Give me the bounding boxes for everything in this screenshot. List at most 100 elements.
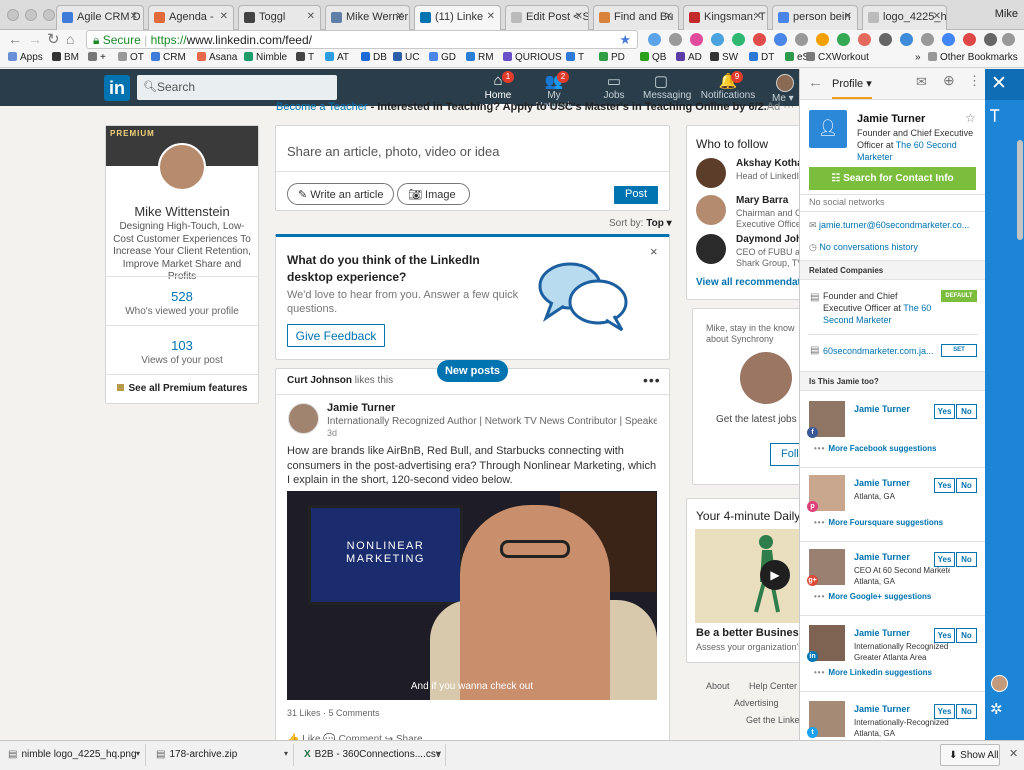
browser-tab[interactable]: Mike Werner ✕ (325, 5, 410, 30)
suggestion-name[interactable]: Jamie Turner (854, 628, 910, 638)
follow-name[interactable]: Mary Barra (736, 195, 788, 206)
bookmark-item[interactable]: SW (710, 52, 738, 63)
browser-tab[interactable]: Edit Post < S ✕ (505, 5, 589, 30)
nav-messaging[interactable]: ▢ Messaging (643, 72, 691, 101)
follow-suggestion[interactable]: Daymond JohnCEO of FUBU and Shark Group,… (696, 234, 810, 268)
follow-avatar[interactable] (696, 195, 726, 225)
post-views-stat[interactable]: 103 Views of your post (106, 338, 258, 366)
give-feedback-button[interactable]: Give Feedback (287, 324, 385, 347)
tab-close-icon[interactable]: ✕ (130, 11, 138, 22)
extension-icon[interactable] (921, 33, 934, 46)
set-button[interactable]: SET (941, 344, 977, 357)
browser-tab[interactable]: Agenda - ✕ (148, 5, 234, 30)
favorite-star-icon[interactable]: ☆ (965, 111, 976, 125)
bookmark-item[interactable]: AD (676, 52, 702, 63)
more-suggestions-link[interactable]: ••• More Google+ suggestions (814, 592, 931, 601)
no-button[interactable]: No (956, 552, 977, 567)
bookmark-item[interactable]: UC (393, 52, 419, 63)
extension-icon[interactable] (732, 33, 745, 46)
extension-icon[interactable] (984, 33, 997, 46)
suggestion-name[interactable]: Jamie Turner (854, 552, 910, 562)
more-suggestions-link[interactable]: ••• More Facebook suggestions (814, 444, 936, 453)
bookmark-item[interactable]: QURIOUS (503, 52, 562, 63)
sort-dropdown[interactable]: Sort by: Top ▾ (609, 218, 672, 229)
window-zoom-button[interactable] (43, 9, 55, 21)
suggestion-name[interactable]: Jamie Turner (854, 404, 910, 414)
contact-email[interactable]: ✉ jamie.turner@60secondmarketer.co... (809, 220, 969, 231)
close-panel-icon[interactable]: ✕ (991, 72, 1007, 95)
back-arrow-icon[interactable]: ← (808, 74, 823, 91)
profile-views-stat[interactable]: 528 Who's viewed your profile (106, 289, 258, 317)
extension-icon[interactable] (879, 33, 892, 46)
bookmark-item[interactable]: + (88, 52, 106, 63)
bookmark-item[interactable]: QB (640, 52, 666, 63)
image-button[interactable]: 📷︎ Image (397, 183, 470, 205)
reload-icon[interactable]: ↻ (47, 30, 60, 48)
bookmark-item[interactable]: BM (52, 52, 79, 63)
browser-tab[interactable]: person bein ✕ (772, 5, 858, 30)
browser-tab[interactable]: Find and Bu ✕ (593, 5, 679, 30)
suggestion-name[interactable]: Jamie Turner (854, 704, 910, 714)
linkedin-logo[interactable]: in (104, 75, 130, 101)
follow-name[interactable]: Daymond John (736, 234, 808, 245)
browser-tab[interactable]: logo_4225_h ✕ (862, 5, 947, 30)
author-avatar[interactable] (288, 403, 319, 434)
browser-tab[interactable]: Toggl ✕ (238, 5, 321, 30)
post-stats[interactable]: 31 Likes · 5 Comments (287, 708, 380, 718)
extension-icon[interactable] (669, 33, 682, 46)
extension-icon[interactable] (900, 33, 913, 46)
bookmark-item[interactable]: T (566, 52, 584, 63)
yes-button[interactable]: Yes (934, 404, 955, 419)
more-suggestions-link[interactable]: ••• More Linkedin suggestions (814, 668, 932, 677)
more-vertical-icon[interactable]: ⋮ (968, 73, 981, 89)
download-menu-chevron-icon[interactable]: ▾ (436, 749, 440, 758)
yes-button[interactable]: Yes (934, 704, 955, 719)
extension-icon[interactable] (837, 33, 850, 46)
extension-icon[interactable] (690, 33, 703, 46)
extension-icon[interactable] (942, 33, 955, 46)
promo-link[interactable]: Become a Teacher (276, 101, 368, 113)
footer-help-link[interactable]: Help Center (749, 681, 797, 691)
extension-icon[interactable] (753, 33, 766, 46)
extension-icon[interactable] (858, 33, 871, 46)
author-name[interactable]: Jamie Turner (327, 402, 395, 414)
share-prompt[interactable]: Share an article, photo, video or idea (287, 144, 499, 159)
nav-notifications[interactable]: 🔔 Notifications 9 (700, 71, 756, 101)
close-downloads-icon[interactable]: ✕ (1009, 747, 1018, 760)
write-article-button[interactable]: ✎ Write an article (287, 183, 395, 205)
tab-close-icon[interactable]: ✕ (665, 11, 673, 22)
footer-about-link[interactable]: About (706, 681, 730, 691)
bookmark-item[interactable]: Nimble (244, 52, 287, 63)
bookmark-item[interactable]: DB (361, 52, 387, 63)
back-icon[interactable]: ← (8, 31, 22, 47)
bookmark-item[interactable]: CRM (151, 52, 186, 63)
download-item[interactable]: ▤ 178-archive.zip ▾ (148, 744, 294, 766)
bookmark-item[interactable]: RM (466, 52, 494, 63)
chrome-profile[interactable]: Mike (995, 8, 1018, 20)
tab-close-icon[interactable]: ✕ (220, 11, 228, 22)
bookmark-star-icon[interactable]: ★ (619, 32, 631, 48)
profile-avatar[interactable] (158, 143, 206, 191)
more-suggestions-link[interactable]: ••• More Foursquare suggestions (814, 518, 943, 527)
window-minimize-button[interactable] (25, 9, 37, 21)
footer-advertising-link[interactable]: Advertising (734, 698, 779, 708)
extension-icon[interactable] (963, 33, 976, 46)
scrollbar-thumb[interactable] (1017, 140, 1023, 240)
me-avatar[interactable] (776, 74, 794, 92)
sidebar-star-icon[interactable]: ✲ (990, 700, 1003, 718)
new-posts-button[interactable]: New posts (437, 360, 508, 382)
bookmark-item[interactable]: Apps (8, 52, 43, 63)
nav-jobs[interactable]: ▭ Jobs (596, 72, 632, 101)
browser-tab[interactable]: Kingsman: T ✕ (683, 5, 768, 30)
browser-tab[interactable]: Agile CRM D ✕ (56, 5, 144, 30)
nav-home[interactable]: ⌂ Home 1 (480, 71, 516, 106)
browser-tab[interactable]: (11) Linke ✕ (414, 5, 501, 30)
follow-suggestion[interactable]: Akshay Kothari Head of LinkedIn India (696, 158, 826, 190)
bookmark-item[interactable]: T (296, 52, 314, 63)
bookmark-item[interactable]: CXWorkout (806, 52, 869, 63)
bookmark-item[interactable]: DT (749, 52, 774, 63)
follow-suggestion[interactable]: Mary BarraChairman and CEO, Executive Of… (696, 195, 817, 229)
post-button[interactable]: Post (614, 186, 658, 204)
close-icon[interactable]: × (650, 244, 658, 259)
bookmark-item[interactable]: GD (429, 52, 456, 63)
